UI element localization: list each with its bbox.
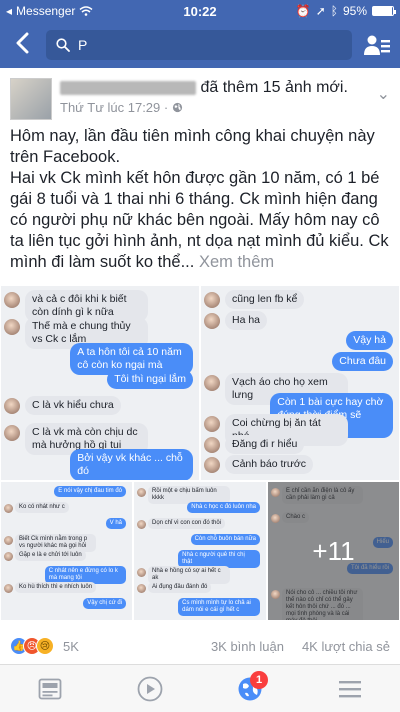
chat-bubble: Ko hù thích thì e nhích luôn	[15, 582, 97, 593]
notification-badge: 1	[250, 670, 268, 689]
author-line: đã thêm 15 ảnh mới.	[60, 78, 348, 98]
see-more-link[interactable]: Xem thêm	[199, 253, 274, 271]
more-photos-overlay[interactable]: +11	[268, 482, 399, 620]
sender-avatar	[204, 292, 220, 308]
post-paragraph-2: Hai vk Ck mình kết hôn được gần 10 năm, …	[10, 169, 389, 271]
photo-collage: và cả c đôi khi k biết còn dính gì k nữa…	[0, 285, 400, 621]
people-list-icon	[364, 35, 390, 55]
sender-avatar	[271, 513, 280, 523]
post-options-chevron-icon[interactable]: ⌄	[377, 78, 390, 120]
chat-bubble: Chưa đâu	[332, 352, 393, 371]
chat-bubble: Gặp e là e chửi tới luôn	[15, 550, 86, 561]
chat-bubble: Còn chỗ buôn bán nữa	[190, 534, 260, 545]
author-name-redacted[interactable]	[60, 80, 196, 95]
reactions-row: 👍 😠 😢 5K 3K bình luận 4K lượt chia sẻ	[0, 632, 400, 660]
chat-bubble: Ko có nhát như c	[15, 502, 69, 513]
chat-bubble: Tôi thì ngại lắm	[107, 369, 193, 389]
post-header: đã thêm 15 ảnh mới. Thứ Tư lúc 17:29 · ⌄	[0, 68, 400, 126]
tab-news-feed[interactable]	[30, 669, 70, 709]
chat-bubble: C là vk hiểu chưa	[25, 396, 121, 416]
sender-avatar	[4, 584, 13, 593]
sender-avatar	[204, 416, 220, 432]
nav-bar: P	[0, 22, 400, 68]
chat-bubble: Cs mình mình tự lo chả ai dám nói e cái …	[178, 598, 260, 616]
chat-bubble: Dọn chỉ vì con con đó thôi	[148, 518, 226, 529]
photo-tile-3[interactable]: E nói vậy chị đau tim đó Ko có nhát như c…	[0, 481, 133, 621]
sender-avatar	[4, 504, 13, 513]
hamburger-menu-icon	[339, 680, 361, 697]
chevron-left-icon	[16, 32, 29, 54]
sad-reaction-icon: 😢	[36, 637, 54, 655]
reaction-icons[interactable]: 👍 😠 😢	[10, 637, 54, 655]
play-video-icon	[137, 676, 163, 701]
sender-avatar	[204, 374, 220, 391]
sender-avatar	[4, 536, 13, 545]
tab-notifications[interactable]: 1	[230, 669, 270, 709]
chat-bubble: Vậy chị cứ đi	[83, 598, 126, 609]
photo-tile-4[interactable]: Rồi một e chịu bấm luôn kkkk Nhà c học c …	[133, 481, 267, 621]
post-paragraph-1: Hôm nay, lần đầu tiên mình công khai chu…	[10, 127, 375, 166]
battery-icon	[372, 6, 396, 16]
post-author-block: đã thêm 15 ảnh mới. Thứ Tư lúc 17:29 ·	[60, 78, 348, 120]
sender-avatar	[204, 436, 220, 453]
sender-avatar	[204, 457, 220, 474]
chat-bubble: cũng len fb kể	[225, 290, 305, 309]
sender-avatar	[137, 520, 146, 529]
sender-avatar	[4, 552, 13, 561]
chat-bubble: Ha ha	[225, 310, 268, 330]
post-meta: Thứ Tư lúc 17:29 ·	[60, 100, 348, 115]
sender-avatar	[4, 318, 20, 335]
search-icon	[56, 38, 70, 52]
reaction-count[interactable]: 5K	[63, 639, 79, 654]
chat-bubble: E nói vậy chị đau tim đó	[54, 486, 126, 497]
bottom-tab-bar: 1	[0, 664, 400, 712]
post-body: Hôm nay, lần đầu tiên mình công khai chu…	[0, 126, 400, 273]
sender-avatar	[4, 398, 20, 415]
photo-tile-2[interactable]: cũng len fb kể Ha ha Vậy hả Chưa đâu Vạch áo…	[200, 285, 400, 481]
sender-avatar	[137, 568, 146, 577]
search-bar[interactable]: P	[46, 30, 352, 60]
chat-bubble: Nhà c học c đó luôn nha	[187, 502, 260, 513]
search-text: P	[78, 37, 88, 53]
chat-bubble: Ai đụng đâu đánh đó	[148, 582, 212, 593]
chat-bubble: Cảnh báo trước	[225, 455, 314, 475]
sender-avatar	[4, 292, 20, 308]
clock: 10:22	[183, 3, 217, 19]
chat-bubble: Vậy hả	[346, 331, 393, 351]
tab-video[interactable]	[130, 669, 170, 709]
back-button[interactable]	[8, 32, 36, 58]
status-bar: ◂ Messenger 10:22 ⏰ ➚ ᛒ 95%	[0, 0, 400, 22]
sender-avatar	[137, 488, 146, 497]
author-action: đã thêm 15 ảnh mới.	[200, 79, 348, 96]
sender-avatar	[137, 584, 146, 593]
sender-avatar	[204, 312, 220, 329]
friends-button[interactable]	[362, 34, 392, 56]
photo-tile-5[interactable]: E chỉ cần ăn điện là cô ấy cần phải làm …	[267, 481, 400, 621]
globe-icon	[173, 102, 183, 113]
author-avatar[interactable]	[10, 78, 52, 120]
chat-bubble: V hả	[105, 518, 126, 529]
chat-bubble: Đăng đi r hiểu	[225, 434, 305, 454]
photo-tile-1[interactable]: và cả c đôi khi k biết còn dính gì k nữa…	[0, 285, 200, 481]
tab-menu[interactable]	[330, 669, 370, 709]
news-feed-icon	[38, 678, 62, 699]
post-timestamp: Thứ Tư lúc 17:29 ·	[60, 100, 169, 115]
comment-count[interactable]: 3K bình luận	[211, 639, 284, 654]
sender-avatar	[4, 424, 20, 441]
share-count[interactable]: 4K lượt chia sẻ	[302, 639, 390, 654]
chat-bubble: Bởi vậy vk khác ... chỗ đó	[70, 449, 193, 480]
sender-avatar	[271, 488, 280, 497]
